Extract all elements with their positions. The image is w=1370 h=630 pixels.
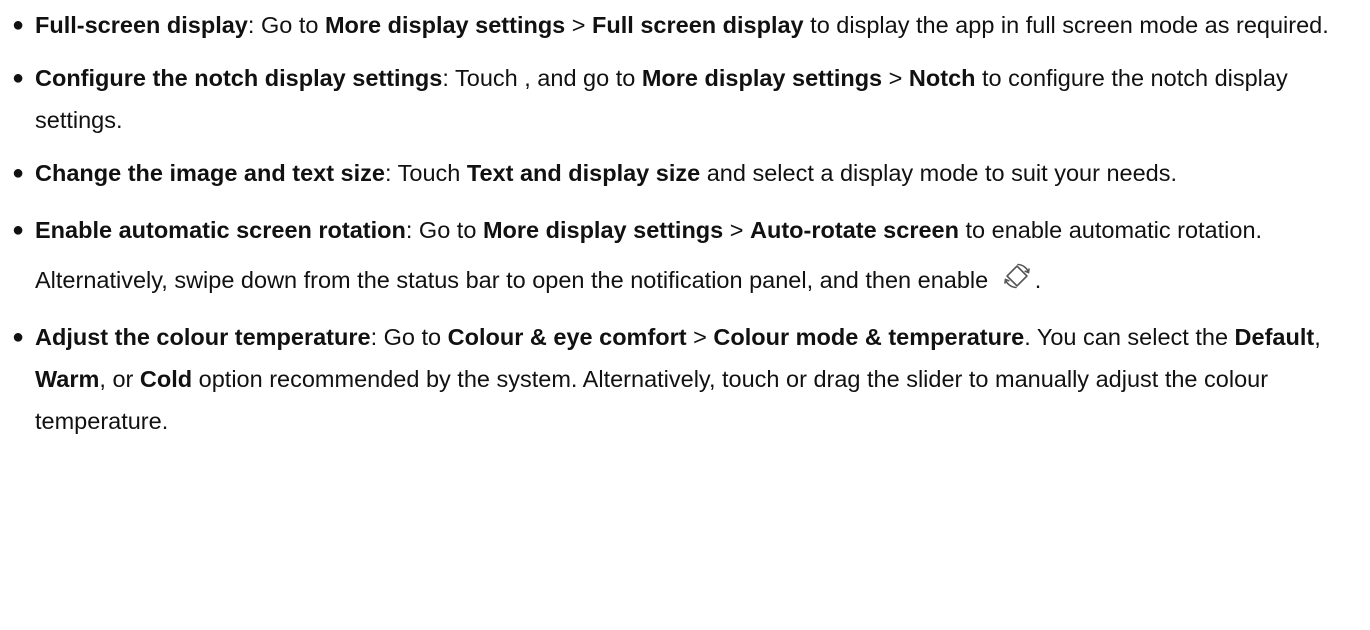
menu-path-bold: More display settings [324, 12, 566, 38]
path-separator: > [686, 324, 714, 350]
menu-path-bold: More display settings [641, 65, 883, 91]
item-text: . [1034, 267, 1042, 293]
item-text: , or [99, 366, 140, 392]
list-item-notch: ● Configure the notch display settings: … [12, 57, 1360, 141]
bullet-dot: ● [12, 326, 25, 348]
menu-path-bold: Full screen display [592, 12, 804, 38]
item-text: , [1314, 324, 1321, 350]
list-item-colour-temperature: ● Adjust the colour temperature: Go to C… [12, 316, 1360, 442]
item-title: Configure the notch display settings [35, 65, 443, 91]
item-text: : Go to [247, 12, 325, 38]
menu-path-bold: More display settings [482, 217, 724, 243]
menu-path-bold: Colour & eye comfort [447, 324, 687, 350]
item-text: : Touch [384, 160, 467, 186]
menu-path-bold: Text and display size [466, 160, 701, 186]
auto-rotate-icon [1001, 260, 1033, 292]
item-text: : Touch , and go to [442, 65, 642, 91]
bullet-dot: ● [12, 162, 25, 184]
item-title: Full-screen display [35, 12, 248, 38]
item-title: Enable automatic screen rotation [35, 217, 406, 243]
item-text: and select a display mode to suit your n… [700, 160, 1178, 186]
path-separator: > [882, 65, 909, 91]
item-text: . You can select the [1024, 324, 1235, 350]
option-default: Default [1234, 324, 1315, 350]
item-text: : Go to [405, 217, 483, 243]
item-title: Adjust the colour temperature [35, 324, 371, 350]
item-text: option recommended by the system. Altern… [35, 366, 1269, 434]
option-warm: Warm [35, 366, 100, 392]
display-settings-list: ● Full-screen display: Go to More displa… [12, 4, 1360, 453]
list-item-full-screen: ● Full-screen display: Go to More displa… [12, 4, 1360, 46]
list-item-auto-rotate: ● Enable automatic screen rotation: Go t… [12, 205, 1360, 305]
menu-path-bold: Notch [908, 65, 976, 91]
menu-path-bold: Auto-rotate screen [750, 217, 959, 243]
bullet-dot: ● [12, 67, 25, 89]
path-separator: > [723, 217, 751, 243]
path-separator: > [565, 12, 593, 38]
item-title: Change the image and text size [35, 160, 385, 186]
option-cold: Cold [139, 366, 193, 392]
menu-path-bold: Colour mode & temperature [713, 324, 1025, 350]
item-text: to display the app in full screen mode a… [803, 12, 1329, 38]
item-text: : Go to [370, 324, 448, 350]
bullet-dot: ● [12, 14, 25, 36]
help-document-page: ● Full-screen display: Go to More displa… [0, 0, 1370, 630]
list-item-text-size: ● Change the image and text size: Touch … [12, 152, 1360, 194]
bullet-dot: ● [12, 219, 25, 241]
